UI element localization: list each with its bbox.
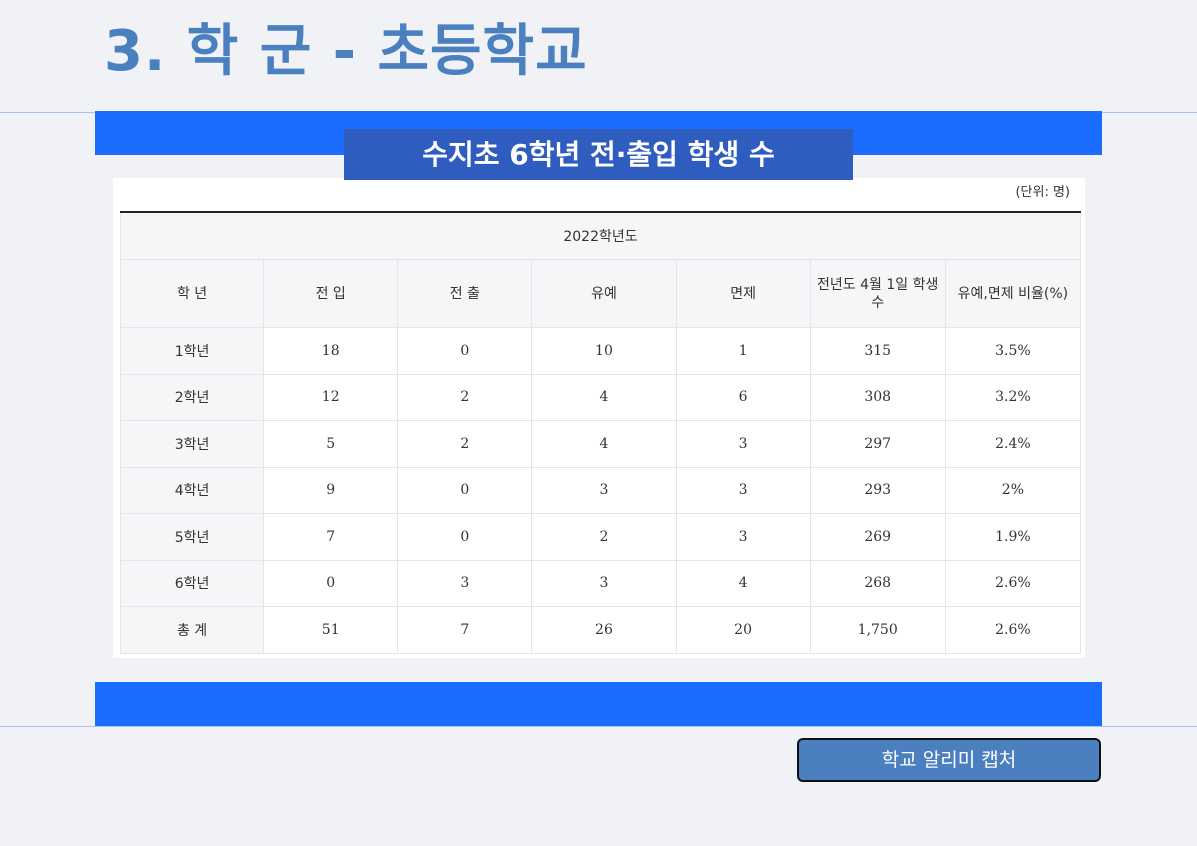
row-header-cell: 4학년 xyxy=(119,466,265,514)
column-header: 면제 xyxy=(675,259,811,328)
table-cell: 7 xyxy=(397,606,533,654)
table-row: 3학년 5 2 4 3 297 2.4% xyxy=(119,420,1082,468)
table-cell: 26 xyxy=(531,606,677,654)
enrollment-table: 2022학년도 학 년전 입전 출 유예 면제 전년도 4월 1일 학생수 유예,면제 … xyxy=(119,211,1082,654)
table-cell: 315 xyxy=(809,327,946,375)
table-cell: 3 xyxy=(531,559,677,607)
table-cell: 1,750 xyxy=(809,606,946,654)
table-cell: 6 xyxy=(675,373,811,421)
table-cell: 4 xyxy=(675,559,811,607)
bottom-divider-line xyxy=(0,726,1197,727)
row-header-cell: 5학년 xyxy=(119,513,265,561)
table-cell: 269 xyxy=(809,513,946,561)
table-cell: 20 xyxy=(675,606,811,654)
table-cell: 5 xyxy=(263,420,399,468)
table-cell: 2 xyxy=(397,420,533,468)
table-cell: 1.9% xyxy=(944,513,1082,561)
table-row: 1학년 18 0 10 1 315 3.5% xyxy=(119,327,1082,375)
table-cell: 293 xyxy=(809,466,946,514)
column-header: 전년도 4월 1일 학생수 xyxy=(809,259,946,328)
table-cell: 3.2% xyxy=(944,373,1082,421)
table-capture: (단위: 명) 2022학년도 학 년전 입전 출 유예 면제 전년도 4월 1일 학… xyxy=(113,178,1085,658)
page-title: 3. 학 군 - 초등학교 xyxy=(104,19,588,84)
table-cell: 4 xyxy=(531,373,677,421)
table-cell: 3 xyxy=(531,466,677,514)
table-title: 수지초 6학년 전·출입 학생 수 xyxy=(344,129,853,180)
unit-label: (단위: 명) xyxy=(1015,185,1070,200)
year-header: 2022학년도 xyxy=(120,211,1081,260)
table-cell: 3 xyxy=(675,466,811,514)
table-cell: 2.4% xyxy=(944,420,1082,468)
table-cell: 7 xyxy=(263,513,399,561)
table-cell: 10 xyxy=(531,327,677,375)
table-cell: 0 xyxy=(397,466,533,514)
table-cell: 0 xyxy=(263,559,399,607)
table-cell: 3 xyxy=(675,513,811,561)
table-cell: 3 xyxy=(675,420,811,468)
table-cell: 3 xyxy=(397,559,533,607)
school-alimi-capture-button[interactable]: 학교 알리미 캡처 xyxy=(797,738,1101,782)
table-cell: 268 xyxy=(809,559,946,607)
bottom-accent-band xyxy=(95,682,1102,726)
table-cell: 2.6% xyxy=(944,606,1082,654)
row-header-cell: 2학년 xyxy=(119,373,265,421)
row-header-cell: 1학년 xyxy=(119,327,265,375)
table-cell: 2.6% xyxy=(944,559,1082,607)
table-cell: 12 xyxy=(263,373,399,421)
row-header-cell: 6학년 xyxy=(119,559,265,607)
table-row: 2학년 12 2 4 6 308 3.2% xyxy=(119,373,1082,421)
row-header-cell: 3학년 xyxy=(119,420,265,468)
column-header: 학 년 xyxy=(119,259,265,328)
column-header: 전 출 xyxy=(397,259,533,328)
table-cell: 0 xyxy=(397,513,533,561)
row-header-cell: 총 계 xyxy=(119,606,265,654)
table-cell: 0 xyxy=(397,327,533,375)
table-cell: 4 xyxy=(531,420,677,468)
table-cell: 1 xyxy=(675,327,811,375)
column-header: 유예 xyxy=(531,259,677,328)
table-row: 5학년 7 0 2 3 269 1.9% xyxy=(119,513,1082,561)
table-row: 4학년 9 0 3 3 293 2% xyxy=(119,466,1082,514)
table-cell: 3.5% xyxy=(944,327,1082,375)
table-cell: 2% xyxy=(944,466,1082,514)
table-cell: 9 xyxy=(263,466,399,514)
column-header: 유예,면제 비율(%) xyxy=(944,259,1082,328)
table-cell: 51 xyxy=(263,606,399,654)
table-row: 총 계 51 7 26 20 1,750 2.6% xyxy=(119,606,1082,654)
table-cell: 2 xyxy=(397,373,533,421)
table-cell: 297 xyxy=(809,420,946,468)
table-cell: 2 xyxy=(531,513,677,561)
table-row: 6학년 0 3 3 4 268 2.6% xyxy=(119,559,1082,607)
table-cell: 308 xyxy=(809,373,946,421)
column-header: 전 입 xyxy=(263,259,399,328)
table-cell: 18 xyxy=(263,327,399,375)
